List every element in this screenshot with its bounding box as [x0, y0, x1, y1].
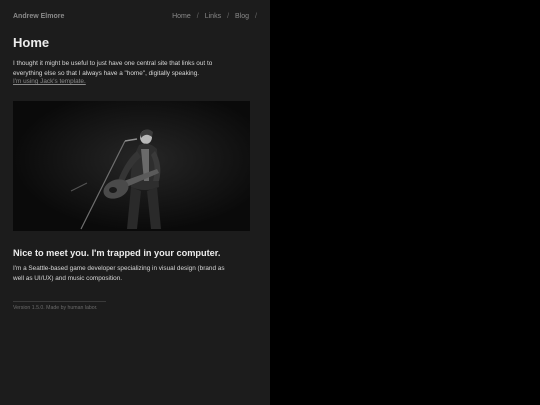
nav-separator: /: [255, 13, 257, 20]
intro-text: I thought it might be useful to just hav…: [13, 60, 213, 77]
page-title: Home: [13, 35, 50, 50]
top-nav: Home / Links / Blog /: [172, 13, 257, 20]
nav-blog-link[interactable]: Blog: [235, 13, 249, 20]
content-panel: Andrew Elmore Home / Links / Blog / Home…: [0, 0, 270, 405]
nav-separator: /: [227, 13, 230, 20]
template-link[interactable]: I'm using Jack's template.: [13, 78, 86, 85]
bio-heading: Nice to meet you. I'm trapped in your co…: [13, 248, 221, 258]
nav-separator: /: [196, 13, 199, 20]
nav-home-link[interactable]: Home: [172, 13, 191, 20]
guitarist-photo-image: [13, 101, 250, 231]
footer-divider: [13, 301, 106, 302]
hero-photo: [13, 101, 250, 231]
bio-text: I'm a Seattle-based game developer speci…: [13, 265, 225, 282]
site-name[interactable]: Andrew Elmore: [13, 13, 64, 20]
nav-links-link[interactable]: Links: [205, 13, 221, 20]
footer-version: Version 1.5.0. Made by human labor.: [13, 305, 98, 311]
